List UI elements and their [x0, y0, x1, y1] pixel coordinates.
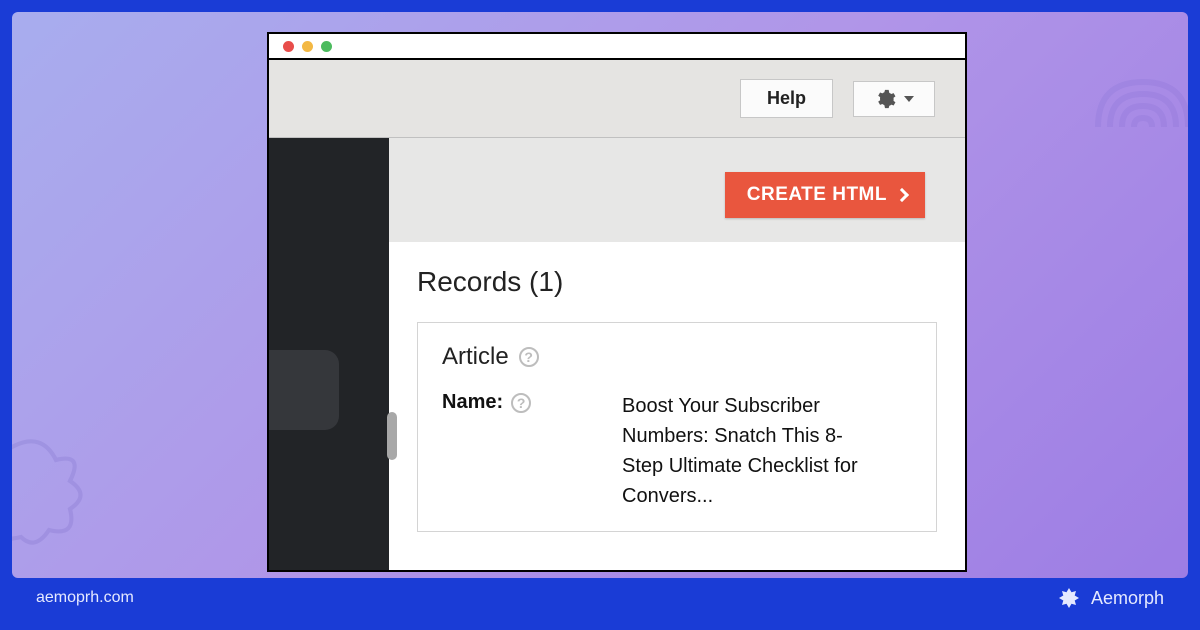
action-bar: CREATE HTML	[389, 138, 965, 242]
settings-button[interactable]	[853, 81, 935, 117]
outer-frame: Help	[0, 0, 1200, 630]
gradient-background: Help	[12, 12, 1188, 578]
top-toolbar: Help	[269, 60, 965, 138]
card-title-row: Article ?	[442, 343, 912, 371]
help-button[interactable]: Help	[740, 79, 833, 118]
footer-bar: aemoprh.com Aemorph	[12, 578, 1188, 618]
content-area: Records (1) Article ? Name: ?	[389, 242, 965, 572]
brand-name: Aemorph	[1091, 588, 1164, 609]
record-card: Article ? Name: ? Boost Your Subscriber …	[417, 322, 937, 532]
sidebar	[269, 138, 389, 570]
create-html-label: CREATE HTML	[747, 184, 887, 206]
chevron-down-icon	[904, 96, 914, 102]
gear-icon	[874, 88, 896, 110]
footer-url: aemoprh.com	[36, 589, 134, 607]
records-heading: Records (1)	[417, 266, 937, 298]
browser-window: Help	[267, 32, 967, 572]
create-html-button[interactable]: CREATE HTML	[725, 172, 925, 218]
field-value-name: Boost Your Subscriber Numbers: Snatch Th…	[622, 391, 882, 511]
card-title: Article	[442, 343, 509, 371]
brand-logo-icon	[1057, 586, 1081, 610]
help-icon[interactable]: ?	[511, 393, 531, 413]
app-body: CREATE HTML Records (1) Article ?	[269, 138, 965, 570]
close-icon[interactable]	[283, 41, 294, 52]
main-panel: CREATE HTML Records (1) Article ?	[389, 138, 965, 570]
field-label-name: Name: ?	[442, 391, 612, 414]
brand: Aemorph	[1057, 586, 1164, 610]
scrollbar-thumb[interactable]	[387, 412, 397, 460]
field-row-name: Name: ? Boost Your Subscriber Numbers: S…	[442, 391, 912, 511]
help-icon[interactable]: ?	[519, 347, 539, 367]
decoration-right-icon	[1068, 52, 1188, 202]
chevron-right-icon	[895, 188, 909, 202]
minimize-icon[interactable]	[302, 41, 313, 52]
decoration-left-icon	[12, 418, 112, 558]
sidebar-tab[interactable]	[269, 350, 339, 430]
window-title-bar	[269, 34, 965, 60]
maximize-icon[interactable]	[321, 41, 332, 52]
